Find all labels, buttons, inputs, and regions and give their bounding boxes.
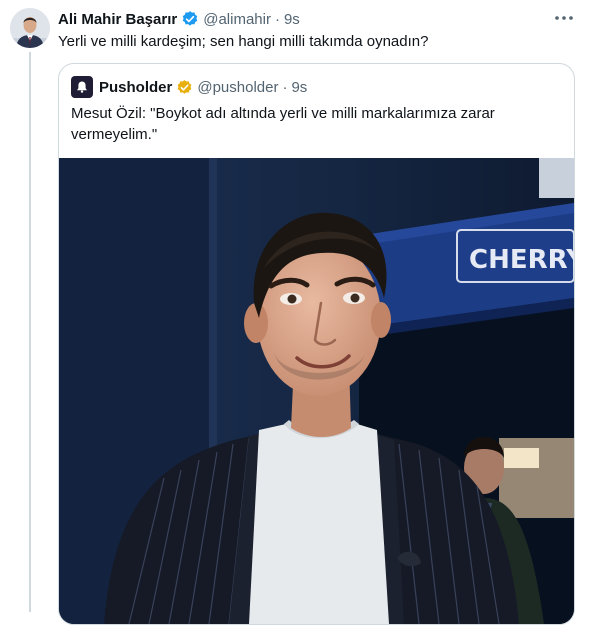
quoted-author-handle[interactable]: @pusholder	[197, 79, 278, 96]
author-avatar[interactable]	[10, 8, 50, 48]
author-name[interactable]: Ali Mahir Başarır	[58, 11, 177, 28]
quoted-tweet-card[interactable]: Pusholder @pusholder · 9s Mesut Özil: "B…	[58, 63, 575, 625]
quoted-tweet-photo[interactable]: CHERRY	[59, 158, 574, 624]
bell-logo-icon	[77, 81, 87, 93]
more-horizontal-icon	[555, 16, 573, 20]
tweet-timestamp[interactable]: 9s	[284, 11, 300, 28]
more-options-button[interactable]	[548, 6, 580, 30]
photo-illustration: CHERRY	[59, 158, 574, 624]
author-avatar-image	[10, 8, 50, 48]
quoted-tweet-text: Mesut Özil: "Boykot adı altında yerli ve…	[71, 105, 495, 143]
quoted-author-name[interactable]: Pusholder	[99, 79, 172, 96]
tweet-header: Ali Mahir Başarır @alimahir · 9s	[58, 9, 300, 29]
quoted-separator-dot: ·	[282, 78, 288, 96]
thread-line	[29, 52, 31, 612]
separator-dot: ·	[274, 10, 280, 28]
quoted-author-avatar[interactable]	[71, 76, 93, 98]
author-handle[interactable]: @alimahir	[203, 11, 271, 28]
quoted-tweet-header: Pusholder @pusholder · 9s	[71, 76, 307, 98]
cherry-sign-text: CHERRY	[469, 245, 574, 275]
verified-badge-icon[interactable]	[181, 10, 199, 28]
tweet-text: Yerli ve milli kardeşim; sen hangi milli…	[58, 33, 429, 50]
quoted-tweet-timestamp[interactable]: 9s	[291, 79, 307, 96]
verified-gold-badge-icon[interactable]	[176, 79, 193, 96]
